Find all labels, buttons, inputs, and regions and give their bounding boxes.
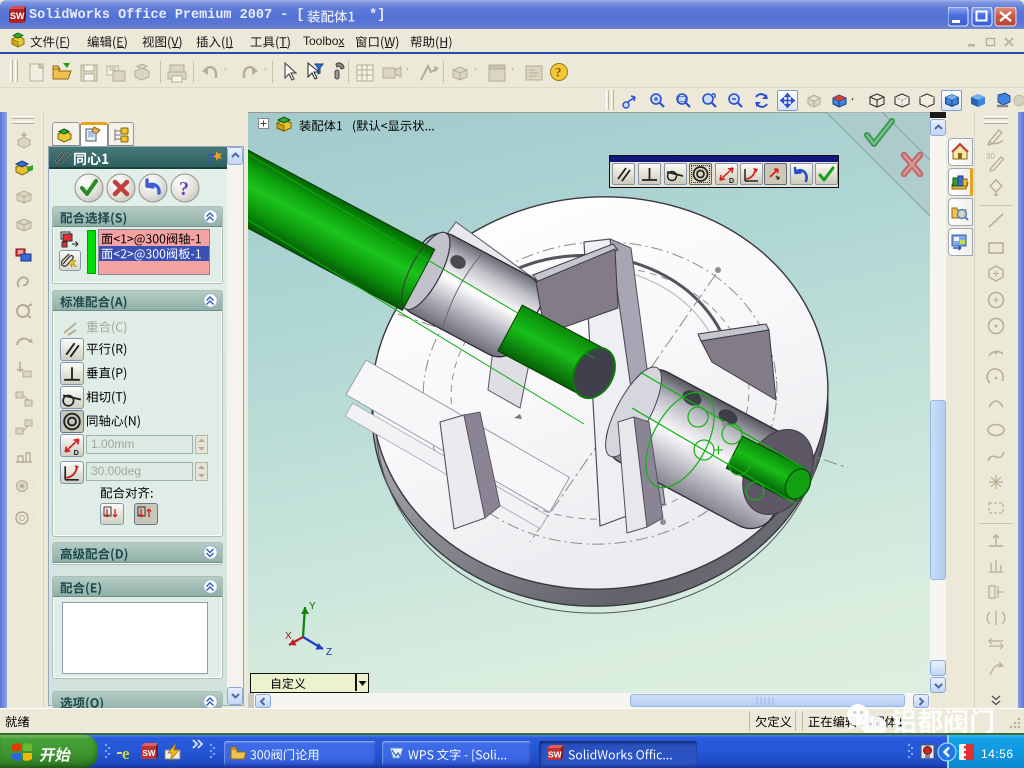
svg-text:?: ? — [179, 178, 189, 200]
svg-text:X: X — [285, 631, 292, 642]
svg-text:30: 30 — [986, 152, 995, 161]
svg-text:SW: SW — [10, 11, 25, 21]
svg-text:D: D — [729, 178, 734, 185]
svg-text:SW: SW — [548, 750, 563, 760]
svg-text:SW: SW — [143, 749, 156, 758]
svg-text:?: ? — [555, 65, 562, 80]
svg-text:e: e — [122, 744, 130, 763]
svg-text:D: D — [74, 448, 79, 457]
svg-text:?: ? — [207, 151, 215, 167]
svg-text:Y: Y — [309, 601, 316, 612]
svg-text:Z: Z — [326, 647, 332, 658]
